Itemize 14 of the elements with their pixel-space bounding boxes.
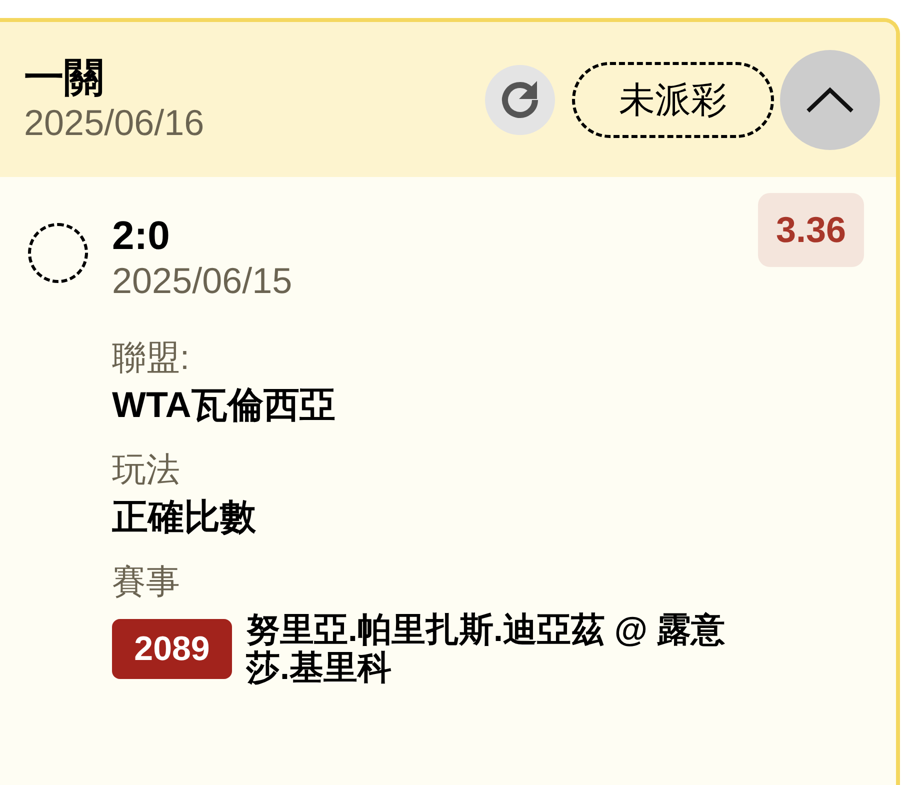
match-date: 2025/06/15 bbox=[112, 259, 294, 303]
ticket-date: 2025/06/16 bbox=[24, 100, 206, 144]
chevron-up-icon bbox=[805, 86, 855, 114]
field-label: 賽事 bbox=[112, 562, 181, 603]
ticket-title: 一關 bbox=[24, 54, 105, 100]
field-value: 正確比數 bbox=[112, 495, 257, 539]
match-teams: 努里亞.帕里扎斯.迪亞茲 @ 露意莎.基里科 bbox=[246, 611, 726, 687]
field-label: 聯盟: bbox=[112, 338, 190, 379]
odds-badge: 3.36 bbox=[758, 193, 864, 267]
score: 2:0 bbox=[112, 213, 171, 259]
field-value: WTA瓦倫西亞 bbox=[112, 383, 336, 427]
match-number-badge: 2089 bbox=[112, 619, 232, 679]
field-label: 玩法 bbox=[112, 450, 181, 491]
status-badge: 未派彩 bbox=[572, 62, 774, 138]
